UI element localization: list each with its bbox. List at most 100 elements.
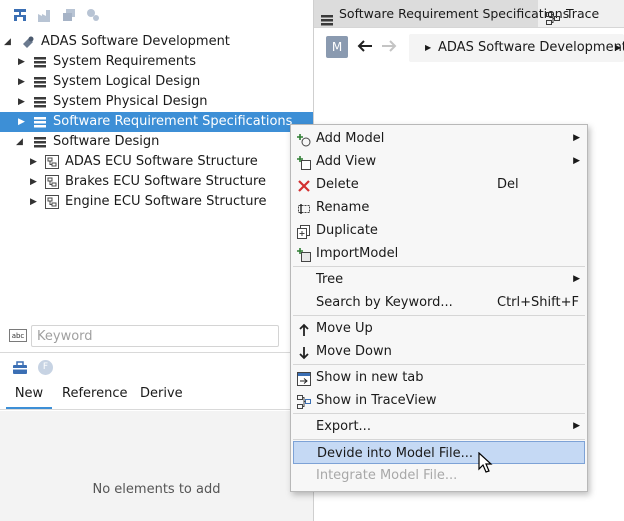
menu-item-move-down[interactable]: Move Down xyxy=(291,340,587,363)
model-badge: M xyxy=(326,36,348,58)
tree-item-label: ADAS ECU Software Structure xyxy=(65,154,258,169)
menu-item-tree[interactable]: Tree ▶ xyxy=(291,268,587,291)
menu-separator xyxy=(293,364,585,365)
mouse-cursor-icon xyxy=(478,451,494,474)
tab-trace[interactable]: Trace xyxy=(540,0,624,27)
tab-label: Software Requirement Specifications xyxy=(339,6,570,21)
tree-item-engine-ecu-software-structure[interactable]: ▶ Engine ECU Software Structure xyxy=(0,192,313,212)
list-icon xyxy=(33,75,47,89)
palette-body xyxy=(0,411,313,521)
tab-new[interactable]: New xyxy=(6,383,52,410)
collapsed-arrow-icon[interactable]: ▶ xyxy=(30,152,40,172)
tree-item-label: Software Design xyxy=(53,134,160,149)
project-icon xyxy=(21,35,35,49)
tab-label: Trace xyxy=(566,6,600,21)
breadcrumb[interactable]: ▶ ADAS Software Development ▶ xyxy=(409,34,624,62)
list-icon xyxy=(33,135,47,149)
menu-item-add-view[interactable]: Add View ▶ xyxy=(291,150,587,173)
tree-item-label: System Requirements xyxy=(53,54,196,69)
shortcut-label: Ctrl+Shift+F xyxy=(497,295,579,310)
context-menu: Add Model ▶ Add View ▶ Delete Del Rename… xyxy=(290,124,588,492)
tree-item-label: ADAS Software Development xyxy=(41,34,230,49)
palette-tabs: New Reference Derive xyxy=(0,383,313,410)
tabs-divider xyxy=(0,409,313,410)
list-icon xyxy=(33,95,47,109)
rename-icon xyxy=(297,201,311,215)
collapsed-arrow-icon[interactable]: ▶ xyxy=(30,172,40,192)
menu-item-delete[interactable]: Delete Del xyxy=(291,173,587,196)
tree-item-software-design[interactable]: ◢ Software Design xyxy=(0,132,313,152)
submenu-arrow-icon: ▶ xyxy=(573,156,580,166)
breadcrumb-chevron-icon: ▶ xyxy=(615,43,622,52)
breadcrumb-chevron-icon: ▶ xyxy=(425,43,432,52)
expand-arrow-icon[interactable]: ◢ xyxy=(16,132,26,152)
tab-reference[interactable]: Reference xyxy=(62,383,127,407)
collapsed-arrow-icon[interactable]: ▶ xyxy=(18,52,28,72)
import-icon xyxy=(297,247,311,262)
menu-item-import-model[interactable]: ImportModel xyxy=(291,242,587,265)
menu-item-export[interactable]: Export... ▶ xyxy=(291,415,587,438)
menu-separator xyxy=(293,413,585,414)
list-icon xyxy=(33,55,47,69)
panel-divider xyxy=(0,352,313,353)
keyword-search-bar: abc Keyword xyxy=(0,322,313,350)
breadcrumb-item[interactable]: ADAS Software Development xyxy=(438,34,624,62)
tree-item-system-requirements[interactable]: ▶ System Requirements xyxy=(0,52,313,72)
tree-item-label: Brakes ECU Software Structure xyxy=(65,174,267,189)
tree-item-software-requirement-specifications[interactable]: ▶ Software Requirement Specifications xyxy=(0,112,313,132)
menu-item-show-in-new-tab[interactable]: Show in new tab xyxy=(291,366,587,389)
tab-software-requirement-specifications[interactable]: Software Requirement Specifications xyxy=(314,0,569,27)
menu-item-integrate-model-file: Integrate Model File... xyxy=(316,468,458,483)
add-view-icon xyxy=(297,155,311,170)
tree-item-label: System Logical Design xyxy=(53,74,201,89)
new-tab-icon xyxy=(297,371,311,386)
menu-item-devide-into-model-file[interactable]: Devide into Model File... xyxy=(293,441,585,464)
menu-separator xyxy=(293,266,585,267)
tree-item-system-physical-design[interactable]: ▶ System Physical Design xyxy=(0,92,313,112)
tree-item-label: System Physical Design xyxy=(53,94,208,109)
expand-arrow-icon[interactable]: ◢ xyxy=(4,32,14,52)
collapsed-arrow-icon[interactable]: ▶ xyxy=(18,72,28,92)
collapsed-arrow-icon[interactable]: ▶ xyxy=(18,92,28,112)
structure-icon xyxy=(45,175,59,189)
palette-toolbar: F xyxy=(0,356,313,380)
tree-item-adas-ecu-software-structure[interactable]: ▶ ADAS ECU Software Structure xyxy=(0,152,313,172)
collapsed-arrow-icon[interactable]: ▶ xyxy=(30,192,40,212)
filter-icon[interactable]: F xyxy=(38,360,53,375)
toolbox-icon[interactable] xyxy=(12,361,28,378)
add-model-icon xyxy=(297,132,311,147)
collapsed-arrow-icon[interactable]: ▶ xyxy=(18,112,28,132)
tree-item-brakes-ecu-software-structure[interactable]: ▶ Brakes ECU Software Structure xyxy=(0,172,313,192)
menu-item-duplicate[interactable]: Duplicate xyxy=(291,219,587,242)
stack-icon[interactable] xyxy=(61,7,77,23)
gear-group-icon[interactable] xyxy=(85,7,101,23)
menu-item-search-by-keyword[interactable]: Search by Keyword... Ctrl+Shift+F xyxy=(291,291,587,314)
tree-item-root[interactable]: ◢ ADAS Software Development xyxy=(0,32,313,52)
submenu-arrow-icon: ▶ xyxy=(573,274,580,284)
menu-item-rename[interactable]: Rename xyxy=(291,196,587,219)
traceview-icon xyxy=(297,394,311,409)
tree-item-label: Engine ECU Software Structure xyxy=(65,194,267,209)
keyword-input[interactable]: Keyword xyxy=(31,325,279,347)
menu-item-add-model[interactable]: Add Model ▶ xyxy=(291,127,587,150)
hierarchy-icon[interactable] xyxy=(12,7,28,23)
empty-message: No elements to add xyxy=(92,482,221,497)
factory-icon[interactable] xyxy=(37,7,53,23)
tree-item-label: Software Requirement Specifications xyxy=(53,114,293,129)
menu-separator xyxy=(293,315,585,316)
submenu-arrow-icon: ▶ xyxy=(573,133,580,143)
list-icon xyxy=(33,115,47,129)
model-explorer-panel: ◢ ADAS Software Development ▶ System Req… xyxy=(0,0,314,521)
editor-tab-bar: Software Requirement Specifications Trac… xyxy=(314,0,624,28)
menu-item-move-up[interactable]: Move Up xyxy=(291,317,587,340)
tab-derive[interactable]: Derive xyxy=(140,383,183,407)
editor-navbar: M ▶ ADAS Software Development ▶ xyxy=(314,28,624,68)
tree-item-system-logical-design[interactable]: ▶ System Logical Design xyxy=(0,72,313,92)
back-arrow-icon[interactable] xyxy=(356,38,374,57)
structure-icon xyxy=(45,195,59,209)
forward-arrow-icon[interactable] xyxy=(380,38,398,57)
menu-item-show-in-traceview[interactable]: Show in TraceView xyxy=(291,389,587,412)
shortcut-label: Del xyxy=(497,177,519,192)
menu-separator xyxy=(293,439,585,440)
explorer-toolbar xyxy=(0,0,313,30)
